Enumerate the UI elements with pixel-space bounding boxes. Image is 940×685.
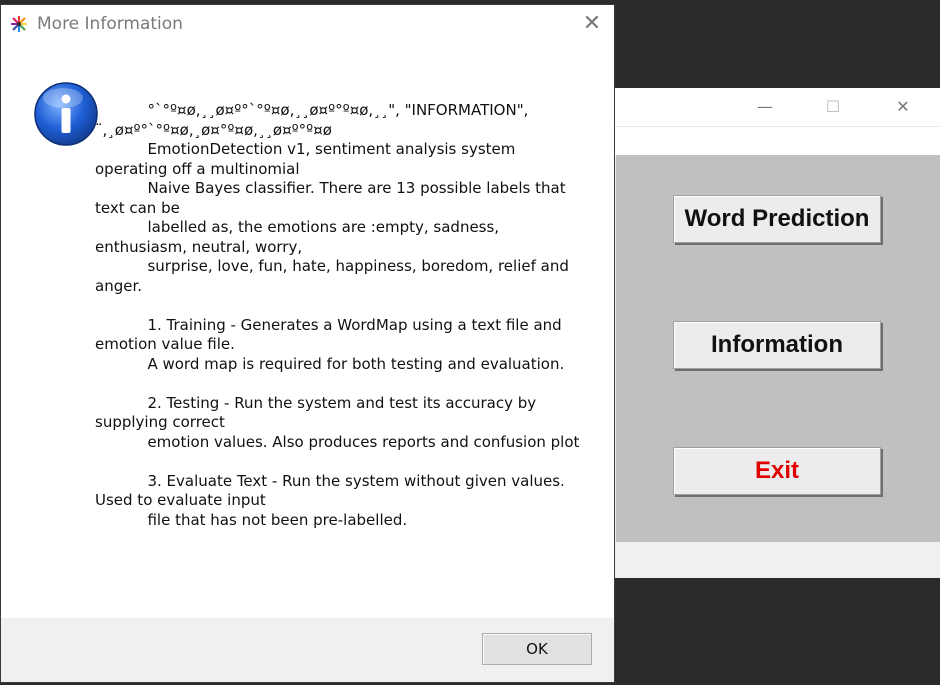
app-logo-icon [11, 16, 27, 32]
close-button[interactable]: ✕ [880, 88, 926, 126]
dialog-close-button[interactable]: ✕ [575, 9, 609, 39]
main-app-window: — ☐ ✕ Word Prediction Information Exit [580, 88, 940, 578]
dialog-title: More Information [37, 14, 183, 34]
word-prediction-button[interactable]: Word Prediction [673, 195, 881, 243]
maximize-button[interactable]: ☐ [810, 88, 856, 126]
exit-button[interactable]: Exit [673, 447, 881, 495]
dialog-titlebar: More Information ✕ [1, 5, 614, 43]
information-button[interactable]: Information [673, 321, 881, 369]
app-titlebar: — ☐ ✕ [580, 88, 940, 127]
minimize-button[interactable]: — [742, 88, 788, 126]
dialog-footer: OK [1, 618, 614, 682]
dialog-message-text: °`°º¤ø,¸¸ø¤º°`°º¤ø,¸¸ø¤º°º¤ø,¸¸", "INFOR… [95, 101, 580, 529]
app-content-panel: Word Prediction Information Exit [616, 155, 940, 542]
more-information-dialog: More Information ✕ °`°º¤ø,¸¸ø¤º°`°º¤ø,¸¸… [0, 4, 615, 683]
info-icon [34, 82, 98, 146]
ok-button[interactable]: OK [482, 633, 592, 665]
app-menubar [580, 127, 940, 155]
app-statusbar [580, 544, 940, 578]
